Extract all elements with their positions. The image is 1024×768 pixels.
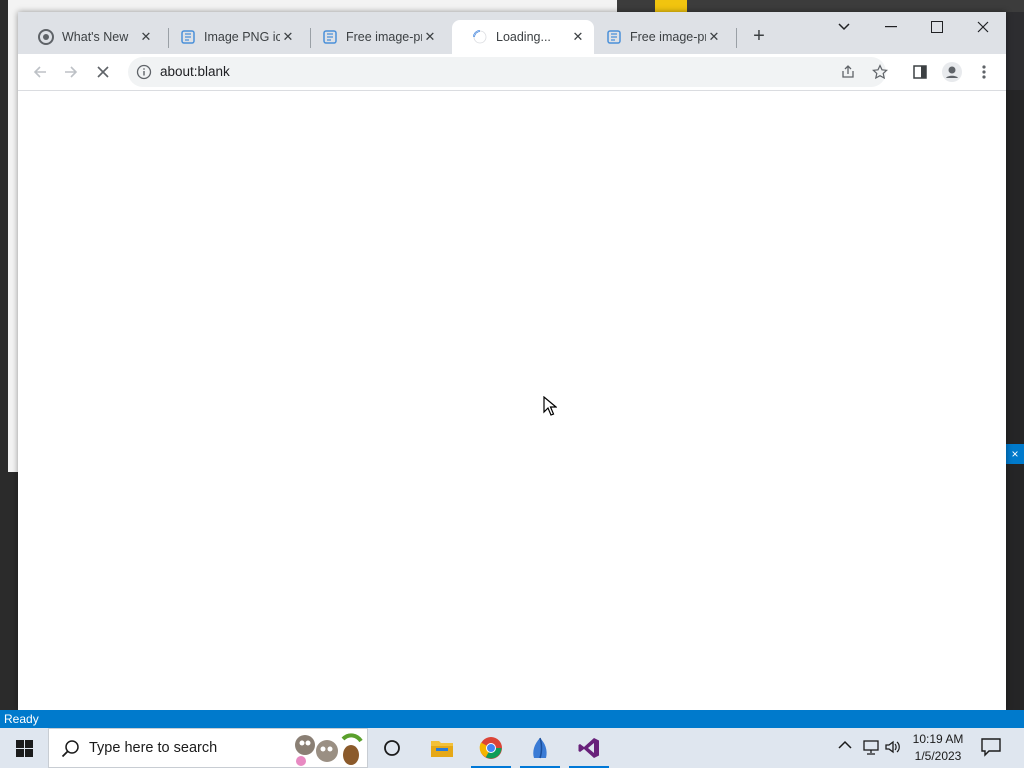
tab-label: Free image-pn <box>630 30 706 44</box>
new-tab-button[interactable]: + <box>749 26 769 46</box>
arrow-left-icon <box>33 66 46 78</box>
notification-center-button[interactable] <box>980 736 1004 760</box>
tab-image-png[interactable]: Image PNG ico ✕ <box>160 20 304 54</box>
chrome-icon <box>38 29 54 45</box>
search-highlight-image <box>295 733 363 766</box>
windows-logo-icon <box>15 739 33 757</box>
share-icon[interactable] <box>838 62 858 82</box>
tab-free-image-2[interactable]: Free image-pn ✕ <box>586 20 730 54</box>
volume-icon[interactable] <box>884 738 902 759</box>
folder-icon <box>431 741 453 757</box>
minimize-button[interactable] <box>868 12 914 42</box>
close-icon <box>977 21 989 33</box>
page-favicon-icon <box>606 29 622 45</box>
page-content[interactable] <box>18 91 1006 710</box>
visual-studio-icon <box>578 738 599 758</box>
close-icon[interactable]: ✕ <box>706 29 722 45</box>
back-button[interactable] <box>26 58 54 86</box>
side-panel-button[interactable] <box>906 58 934 86</box>
tab-free-image-1[interactable]: Free image-pn ✕ <box>302 20 446 54</box>
browser-window: What's New ✕ Image PNG ico ✕ Free image-… <box>18 12 1006 710</box>
close-icon[interactable]: ✕ <box>422 29 438 45</box>
tab-strip: What's New ✕ Image PNG ico ✕ Free image-… <box>18 12 1006 54</box>
close-icon[interactable]: ✕ <box>138 29 154 45</box>
tab-label: Image PNG ico <box>204 30 280 44</box>
app-taskbar-button[interactable] <box>516 728 564 768</box>
show-hidden-icons-button[interactable] <box>838 738 852 753</box>
avatar <box>942 62 962 82</box>
page-favicon-icon <box>322 29 338 45</box>
start-button[interactable] <box>0 728 48 768</box>
side-panel-icon <box>913 65 927 79</box>
close-icon[interactable]: ✕ <box>570 29 586 45</box>
mouse-cursor-icon <box>543 396 557 416</box>
more-vertical-icon <box>982 65 986 79</box>
page-favicon-icon <box>180 29 196 45</box>
chrome-taskbar-button[interactable] <box>467 728 515 768</box>
window-close-button[interactable] <box>960 12 1006 42</box>
maximize-button[interactable] <box>914 12 960 42</box>
tab-whats-new[interactable]: What's New ✕ <box>18 20 162 54</box>
address-text: about:blank <box>160 64 230 79</box>
close-icon[interactable]: ✕ <box>280 29 296 45</box>
system-clock[interactable]: 10:19 AM 1/5/2023 <box>904 731 972 765</box>
tab-loading[interactable]: Loading... ✕ <box>452 20 594 54</box>
chrome-icon <box>479 737 502 759</box>
background-editor-panel <box>1006 90 1024 710</box>
background-close-icon[interactable]: × <box>1006 444 1024 464</box>
tab-label: What's New <box>62 30 129 44</box>
browser-toolbar: about:blank <box>18 54 1006 91</box>
cortana-icon <box>384 740 400 756</box>
chevron-up-icon <box>838 740 852 749</box>
minimize-icon <box>885 26 897 28</box>
task-view-button[interactable] <box>368 728 416 768</box>
search-icon <box>61 740 79 758</box>
tab-search-button[interactable] <box>821 12 867 42</box>
menu-button[interactable] <box>970 58 998 86</box>
tab-separator <box>736 28 737 48</box>
maximize-icon <box>931 21 943 33</box>
status-bar: Ready <box>0 710 1024 728</box>
network-icon[interactable] <box>862 738 880 759</box>
tab-label: Loading... <box>496 30 551 44</box>
visual-studio-button[interactable] <box>565 728 613 768</box>
taskbar: Type here to search 10:19 AM 1/5/2023 <box>0 728 1024 768</box>
bookmark-star-icon[interactable] <box>870 62 890 82</box>
notification-icon <box>981 738 1001 757</box>
file-explorer-button[interactable] <box>418 728 466 768</box>
tab-label: Free image-pn <box>346 30 422 44</box>
stop-icon <box>97 66 109 78</box>
status-text: Ready <box>4 712 39 726</box>
chevron-down-icon <box>838 23 850 31</box>
sail-app-icon <box>533 737 547 759</box>
address-bar[interactable]: about:blank <box>128 57 888 87</box>
info-icon[interactable] <box>136 64 152 80</box>
search-placeholder: Type here to search <box>89 740 218 756</box>
clock-time: 10:19 AM <box>912 732 964 746</box>
background-editor-badge <box>655 0 687 12</box>
clock-date: 1/5/2023 <box>914 749 962 763</box>
taskbar-search-box[interactable]: Type here to search <box>48 728 368 768</box>
stop-button[interactable] <box>89 58 117 86</box>
profile-button[interactable] <box>938 58 966 86</box>
forward-button[interactable] <box>57 58 85 86</box>
arrow-right-icon <box>65 66 78 78</box>
loading-spinner-icon <box>472 29 488 45</box>
